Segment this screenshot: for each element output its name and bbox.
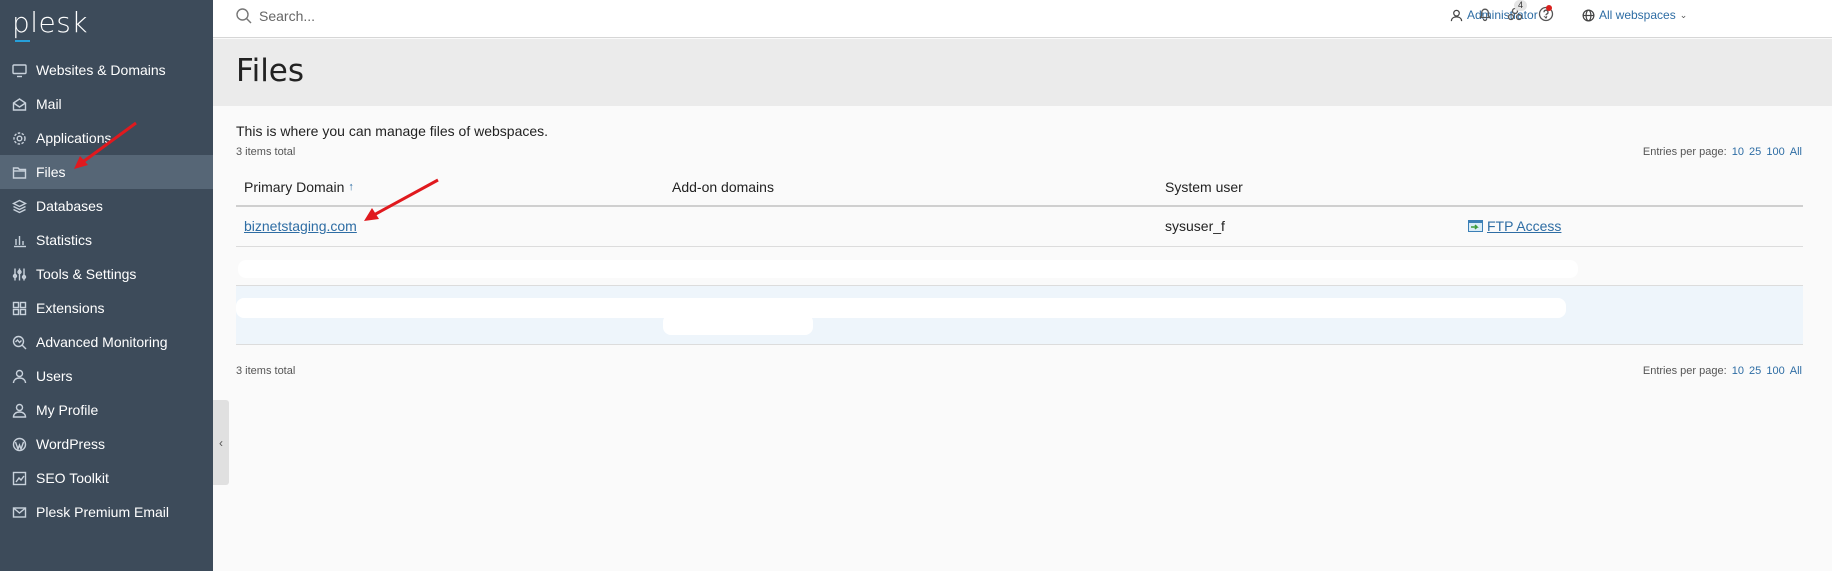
column-addon-domains: Add-on domains	[672, 168, 774, 206]
page-size-10[interactable]: 10	[1732, 146, 1744, 158]
sidebar-item-label: Files	[36, 164, 66, 180]
annotation-arrow-domain	[364, 178, 439, 221]
domain-link[interactable]: biznetstaging.com	[244, 218, 357, 234]
page-size-100[interactable]: 100	[1766, 365, 1784, 377]
bar-chart-icon	[12, 232, 32, 248]
page-header: Files	[213, 39, 1832, 106]
entries-per-page-bottom: Entries per page: 10 25 100 All	[1643, 365, 1802, 377]
seo-icon	[12, 470, 32, 486]
user-icon	[1450, 9, 1463, 21]
wordpress-icon	[12, 436, 32, 452]
sidebar-item-statistics[interactable]: Statistics	[0, 223, 213, 257]
column-label: Primary Domain	[244, 179, 345, 195]
chevron-left-icon: ‹	[219, 435, 223, 450]
sidebar-item-label: Users	[36, 368, 73, 384]
sliders-icon	[12, 266, 32, 282]
ftp-access-link[interactable]: FTP Access	[1468, 218, 1561, 234]
administrator-menu[interactable]: Administrator ⌄	[1450, 6, 1549, 24]
annotation-arrow-files	[74, 121, 137, 169]
column-primary-domain[interactable]: Primary Domain ↑	[244, 168, 354, 206]
collapse-sidebar-button[interactable]: ‹	[213, 400, 229, 485]
items-total-bottom: 3 items total	[236, 365, 296, 377]
alert-dot	[1546, 5, 1552, 11]
sidebar-item-seo-toolkit[interactable]: SEO Toolkit	[0, 461, 213, 495]
entries-per-page: Entries per page: 10 25 100 All	[1643, 146, 1802, 158]
sidebar-item-label: Websites & Domains	[36, 62, 166, 78]
sidebar-item-label: Advanced Monitoring	[36, 334, 168, 350]
table-row: biznetstaging.com sysuser_f FTP Access	[236, 207, 1803, 247]
gear-icon	[12, 130, 32, 146]
page-title: Files	[236, 53, 305, 89]
ftp-access-label: FTP Access	[1487, 218, 1562, 234]
sidebar-item-wordpress[interactable]: WordPress	[0, 427, 213, 461]
chevron-down-icon: ⌄	[1679, 9, 1688, 20]
sidebar: plesk Websites & Domains Mail Applications…	[0, 0, 213, 571]
sidebar-item-plesk-premium-email[interactable]: Plesk Premium Email	[0, 495, 213, 529]
page-size-10[interactable]: 10	[1732, 365, 1744, 377]
sidebar-item-databases[interactable]: Databases	[0, 189, 213, 223]
column-label: System user	[1165, 179, 1243, 195]
sidebar-item-label: SEO Toolkit	[36, 470, 109, 486]
page-description: This is where you can manage files of we…	[236, 123, 549, 139]
sidebar-item-label: WordPress	[36, 436, 105, 452]
items-total: 3 items total	[236, 146, 296, 158]
sidebar-item-label: Databases	[36, 198, 103, 214]
sidebar-item-label: Extensions	[36, 300, 105, 316]
layers-icon	[12, 198, 32, 214]
bell-icon	[1479, 8, 1491, 22]
profile-icon	[12, 402, 32, 418]
search-icon	[236, 8, 252, 24]
sidebar-item-extensions[interactable]: Extensions	[0, 291, 213, 325]
search-input[interactable]	[259, 5, 659, 27]
sidebar-item-label: Statistics	[36, 232, 93, 248]
page-size-all[interactable]: All	[1790, 365, 1802, 377]
sidebar-item-tools-and-settings[interactable]: Tools & Settings	[0, 257, 213, 291]
page-size-all[interactable]: All	[1790, 146, 1802, 158]
page-size-25[interactable]: 25	[1749, 365, 1761, 377]
entries-per-page-label: Entries per page:	[1642, 365, 1727, 377]
sort-up-icon: ↑	[348, 181, 354, 193]
sidebar-item-websites-and-domains[interactable]: Websites & Domains	[0, 53, 213, 87]
system-user-value: sysuser_f	[1165, 218, 1225, 234]
sidebar-item-advanced-monitoring[interactable]: Advanced Monitoring	[0, 325, 213, 359]
user-icon	[12, 368, 32, 384]
table-row	[236, 286, 1803, 345]
sidebar-item-label: My Profile	[36, 402, 99, 418]
redacted-row-content	[236, 298, 1566, 318]
globe-icon	[1582, 9, 1595, 21]
column-label: Add-on domains	[672, 179, 774, 195]
redacted-row-content	[238, 260, 1578, 278]
plesk-logo[interactable]: plesk	[12, 6, 88, 42]
sidebar-item-my-profile[interactable]: My Profile	[0, 393, 213, 427]
sidebar-item-label: Mail	[36, 96, 62, 112]
grid-icon	[12, 300, 32, 316]
redacted-row-content	[663, 314, 813, 335]
notifications-button[interactable]	[1477, 6, 1495, 24]
webspaces-label: All webspaces	[1599, 8, 1676, 22]
ftp-icon	[1468, 220, 1483, 232]
webspaces-menu[interactable]: All webspaces ⌄	[1582, 6, 1687, 24]
email-icon	[12, 504, 32, 520]
notification-badge: 4	[1514, 0, 1528, 11]
monitor-icon	[12, 62, 32, 78]
sidebar-item-label: Tools & Settings	[36, 266, 137, 282]
folder-icon	[12, 164, 32, 180]
sidebar-item-label: Plesk Premium Email	[36, 504, 170, 520]
sidebar-item-users[interactable]: Users	[0, 359, 213, 393]
table-row	[236, 247, 1803, 286]
mail-icon	[12, 96, 32, 112]
monitoring-icon	[12, 334, 32, 350]
entries-per-page-label: Entries per page:	[1642, 146, 1727, 158]
page-size-100[interactable]: 100	[1766, 146, 1784, 158]
sidebar-item-mail[interactable]: Mail	[0, 87, 213, 121]
top-bar: Administrator ⌄ All webspaces ⌄	[213, 0, 1832, 38]
column-system-user: System user	[1165, 168, 1243, 206]
page-size-25[interactable]: 25	[1749, 146, 1761, 158]
